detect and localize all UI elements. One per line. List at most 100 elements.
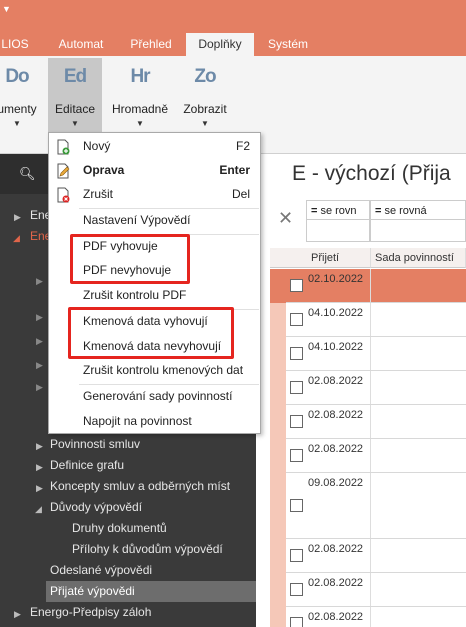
column-header-sada[interactable]: Sada povinností <box>371 248 466 268</box>
table-row[interactable]: 02.10.2022 <box>286 269 466 303</box>
column-header-prijeti[interactable]: Přijetí <box>307 248 371 268</box>
documents-button[interactable]: Do umenty ▼ <box>0 58 42 136</box>
table-row[interactable]: 02.08.2022 <box>286 539 466 573</box>
page-title: E - výchozí (Přija <box>292 162 451 185</box>
tab-doplnky[interactable]: Doplňky <box>186 33 254 56</box>
expand-icon[interactable]: ▶ <box>14 609 21 620</box>
nav-item-definice-grafu[interactable]: Definice grafu <box>50 455 124 476</box>
title-bar: ▼ LIOS Automat Přehled Doplňky Systém <box>0 0 466 56</box>
cell-sada-povinnosti <box>371 539 466 572</box>
quick-access-dropdown-icon[interactable]: ▼ <box>2 4 11 14</box>
filter-input-2[interactable] <box>370 220 466 242</box>
filter-operator: = <box>375 205 382 217</box>
nav-item-prijate-vypovedi[interactable]: Přijaté výpovědi <box>46 581 256 602</box>
table-row[interactable]: 02.08.2022 <box>286 573 466 607</box>
nav-item-predpisy-zaloh[interactable]: Energo-Předpisy záloh <box>30 602 151 623</box>
expand-icon[interactable]: ▶ <box>36 483 43 494</box>
view-button[interactable]: Zo Zobrazit ▼ <box>178 58 232 136</box>
delete-document-icon <box>57 187 70 203</box>
cell-sada-povinnosti <box>371 607 466 627</box>
row-checkbox[interactable] <box>290 499 303 512</box>
cell-prijeti: 09.08.2022 <box>307 473 371 538</box>
expand-icon[interactable]: ▶ <box>36 441 43 452</box>
cell-prijeti: 04.10.2022 <box>307 337 371 370</box>
expand-icon[interactable]: ▶ <box>14 212 21 223</box>
menu-shortcut: Del <box>231 187 250 201</box>
table-row[interactable]: 02.08.2022 <box>286 405 466 439</box>
expand-icon[interactable]: ▶ <box>36 382 43 393</box>
view-icon: Zo <box>194 66 216 87</box>
menu-item-pdf-cancel[interactable]: Zrušit kontrolu PDF <box>49 284 260 308</box>
cell-prijeti: 02.08.2022 <box>307 573 371 606</box>
table-row[interactable]: 09.08.2022 <box>286 473 466 539</box>
pencil-icon <box>57 163 70 179</box>
menu-item-cancel[interactable]: Zrušit Del <box>49 183 260 207</box>
row-select-cell <box>286 303 307 337</box>
documents-icon: Do <box>5 66 29 87</box>
column-header-select[interactable] <box>270 248 308 268</box>
cell-sada-povinnosti <box>371 337 466 370</box>
table-row[interactable]: 02.08.2022 <box>286 371 466 405</box>
nav-item-prilohy[interactable]: Přílohy k důvodům výpovědí <box>72 539 223 560</box>
menu-item-generate-obligation-set[interactable]: Generování sady povinností <box>49 385 260 409</box>
table-row[interactable]: 04.10.2022 <box>286 303 466 337</box>
row-indicator <box>270 405 286 439</box>
row-checkbox[interactable] <box>290 415 303 428</box>
chevron-down-icon: ▼ <box>136 119 144 128</box>
row-checkbox[interactable] <box>290 449 303 462</box>
bulk-label: Hromadně <box>111 102 169 116</box>
search-icon[interactable]: 🔍︎ <box>19 166 36 182</box>
cell-sada-povinnosti <box>371 371 466 404</box>
row-checkbox[interactable] <box>290 583 303 596</box>
menu-item-edit[interactable]: Oprava Enter <box>49 159 260 183</box>
expand-icon[interactable]: ▶ <box>36 462 43 473</box>
row-checkbox[interactable] <box>290 347 303 360</box>
menu-item-termination-settings[interactable]: Nastavení Výpovědí <box>49 209 260 233</box>
expand-icon[interactable]: ▶ <box>36 312 43 323</box>
filter-cell-1[interactable]: = se rovn <box>306 200 370 220</box>
tab-prehled[interactable]: Přehled <box>124 33 178 56</box>
main-panel: E - výchozí (Přija ✕ = se rovn = se rovná … <box>256 154 466 627</box>
bulk-button[interactable]: Hr Hromadně ▼ <box>108 58 172 136</box>
collapse-icon[interactable]: ◢ <box>35 504 42 515</box>
row-select-cell <box>286 607 307 627</box>
nav-item-povinnosti-smluv[interactable]: Povinnosti smluv <box>50 434 140 455</box>
filter-input-1[interactable] <box>306 220 370 242</box>
nav-item-druhy-dokumentu[interactable]: Druhy dokumentů <box>72 518 167 539</box>
menu-item-master-data-cancel[interactable]: Zrušit kontrolu kmenových dat <box>49 359 260 383</box>
clear-filter-icon[interactable]: ✕ <box>278 208 293 229</box>
tab-system[interactable]: Systém <box>262 33 314 56</box>
row-checkbox[interactable] <box>290 617 303 627</box>
cell-prijeti: 02.10.2022 <box>307 269 371 302</box>
table-row[interactable]: 02.08.2022 <box>286 607 466 627</box>
expand-icon[interactable]: ▶ <box>36 360 43 371</box>
row-indicator <box>270 439 286 473</box>
row-select-cell <box>286 539 307 573</box>
edit-button[interactable]: Ed Editace ▼ <box>48 58 102 136</box>
menu-item-attach-to-obligation[interactable]: Napojit na povinnost <box>49 410 260 434</box>
filter-cell-2[interactable]: = se rovná <box>370 200 466 220</box>
tab-lios[interactable]: LIOS <box>0 33 30 56</box>
nav-item-odeslane-vypovedi[interactable]: Odeslané výpovědi <box>50 560 152 581</box>
expand-icon[interactable]: ▶ <box>36 336 43 347</box>
bulk-icon: Hr <box>130 66 150 87</box>
nav-item-koncepty[interactable]: Koncepty smluv a odběrných míst <box>50 476 230 497</box>
row-indicator <box>270 371 286 405</box>
tab-automat[interactable]: Automat <box>52 33 110 56</box>
chevron-down-icon: ▼ <box>13 119 21 128</box>
annotation-box-master-data <box>68 307 234 359</box>
table-row[interactable]: 04.10.2022 <box>286 337 466 371</box>
table-row[interactable]: 02.08.2022 <box>286 439 466 473</box>
menu-item-new[interactable]: Nový F2 <box>49 135 260 159</box>
row-checkbox[interactable] <box>290 549 303 562</box>
expand-icon[interactable]: ▶ <box>36 276 43 287</box>
chevron-down-icon: ▼ <box>71 119 79 128</box>
row-checkbox[interactable] <box>290 381 303 394</box>
collapse-icon[interactable]: ◢ <box>13 233 20 244</box>
menu-shortcut: Enter <box>219 163 250 177</box>
cell-sada-povinnosti <box>371 573 466 606</box>
new-document-icon <box>57 139 70 155</box>
nav-item-duvody-vypovedi[interactable]: Důvody výpovědí <box>50 497 142 518</box>
row-checkbox[interactable] <box>290 279 303 292</box>
row-checkbox[interactable] <box>290 313 303 326</box>
